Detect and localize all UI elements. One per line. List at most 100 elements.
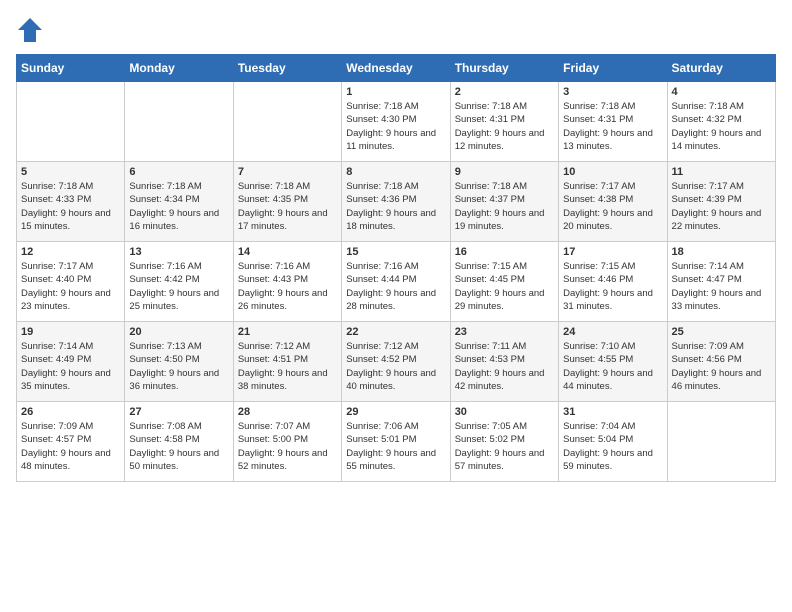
day-info: Sunrise: 7:17 AM Sunset: 4:38 PM Dayligh… — [563, 180, 662, 233]
calendar-cell: 26 Sunrise: 7:09 AM Sunset: 4:57 PM Dayli… — [17, 402, 125, 482]
calendar-week-row: 19 Sunrise: 7:14 AM Sunset: 4:49 PM Dayli… — [17, 322, 776, 402]
day-number: 23 — [455, 326, 554, 338]
day-info: Sunrise: 7:09 AM Sunset: 4:57 PM Dayligh… — [21, 420, 120, 473]
day-info: Sunrise: 7:17 AM Sunset: 4:39 PM Dayligh… — [672, 180, 771, 233]
day-info: Sunrise: 7:07 AM Sunset: 5:00 PM Dayligh… — [238, 420, 337, 473]
day-number: 27 — [129, 406, 228, 418]
calendar-cell: 24Sunrise: 7:10 AM Sunset: 4:55 PM Dayli… — [559, 322, 667, 402]
calendar-cell: 30 Sunrise: 7:05 AM Sunset: 5:02 PM Dayli… — [450, 402, 558, 482]
day-info: Sunrise: 7:04 AM Sunset: 5:04 PM Dayligh… — [563, 420, 662, 473]
calendar-cell: 8Sunrise: 7:18 AM Sunset: 4:36 PM Daylig… — [342, 162, 450, 242]
calendar-week-row: 5 Sunrise: 7:18 AM Sunset: 4:33 PM Daylig… — [17, 162, 776, 242]
calendar-cell: 12 Sunrise: 7:17 AM Sunset: 4:40 PM Dayli… — [17, 242, 125, 322]
day-info: Sunrise: 7:11 AM Sunset: 4:53 PM Dayligh… — [455, 340, 554, 393]
day-info: Sunrise: 7:18 AM Sunset: 4:30 PM Dayligh… — [346, 100, 445, 153]
day-number: 21 — [238, 326, 337, 338]
calendar-week-row: 1 Sunrise: 7:18 AM Sunset: 4:30 PM Daylig… — [17, 82, 776, 162]
day-info: Sunrise: 7:18 AM Sunset: 4:31 PM Dayligh… — [455, 100, 554, 153]
calendar-cell: 6 Sunrise: 7:18 AM Sunset: 4:34 PM Daylig… — [125, 162, 233, 242]
day-number: 19 — [21, 326, 120, 338]
day-info: Sunrise: 7:18 AM Sunset: 4:33 PM Dayligh… — [21, 180, 120, 233]
calendar-cell: 16 Sunrise: 7:15 AM Sunset: 4:45 PM Dayli… — [450, 242, 558, 322]
calendar-cell — [667, 402, 775, 482]
calendar-cell — [17, 82, 125, 162]
day-number: 17 — [563, 246, 662, 258]
day-info: Sunrise: 7:16 AM Sunset: 4:43 PM Dayligh… — [238, 260, 337, 313]
weekday-header: Wednesday — [342, 55, 450, 82]
day-info: Sunrise: 7:18 AM Sunset: 4:37 PM Dayligh… — [455, 180, 554, 233]
day-number: 12 — [21, 246, 120, 258]
day-number: 2 — [455, 86, 554, 98]
calendar-cell: 23 Sunrise: 7:11 AM Sunset: 4:53 PM Dayli… — [450, 322, 558, 402]
calendar-cell: 18Sunrise: 7:14 AM Sunset: 4:47 PM Dayli… — [667, 242, 775, 322]
calendar-cell: 9 Sunrise: 7:18 AM Sunset: 4:37 PM Daylig… — [450, 162, 558, 242]
weekday-header: Monday — [125, 55, 233, 82]
calendar-cell: 3Sunrise: 7:18 AM Sunset: 4:31 PM Daylig… — [559, 82, 667, 162]
day-number: 7 — [238, 166, 337, 178]
weekday-header: Saturday — [667, 55, 775, 82]
calendar-table: SundayMondayTuesdayWednesdayThursdayFrid… — [16, 54, 776, 482]
weekday-header: Tuesday — [233, 55, 341, 82]
logo-icon — [16, 16, 44, 44]
day-number: 14 — [238, 246, 337, 258]
day-number: 30 — [455, 406, 554, 418]
day-number: 22 — [346, 326, 445, 338]
calendar-cell: 19 Sunrise: 7:14 AM Sunset: 4:49 PM Dayli… — [17, 322, 125, 402]
day-info: Sunrise: 7:17 AM Sunset: 4:40 PM Dayligh… — [21, 260, 120, 313]
calendar-cell: 2 Sunrise: 7:18 AM Sunset: 4:31 PM Daylig… — [450, 82, 558, 162]
day-number: 25 — [672, 326, 771, 338]
day-number: 13 — [129, 246, 228, 258]
day-info: Sunrise: 7:13 AM Sunset: 4:50 PM Dayligh… — [129, 340, 228, 393]
day-number: 3 — [563, 86, 662, 98]
calendar-cell: 27 Sunrise: 7:08 AM Sunset: 4:58 PM Dayli… — [125, 402, 233, 482]
day-info: Sunrise: 7:18 AM Sunset: 4:36 PM Dayligh… — [346, 180, 445, 233]
day-info: Sunrise: 7:16 AM Sunset: 4:44 PM Dayligh… — [346, 260, 445, 313]
calendar-cell: 10 Sunrise: 7:17 AM Sunset: 4:38 PM Dayli… — [559, 162, 667, 242]
day-info: Sunrise: 7:14 AM Sunset: 4:47 PM Dayligh… — [672, 260, 771, 313]
day-number: 5 — [21, 166, 120, 178]
calendar-week-row: 26 Sunrise: 7:09 AM Sunset: 4:57 PM Dayli… — [17, 402, 776, 482]
calendar-cell: 29Sunrise: 7:06 AM Sunset: 5:01 PM Dayli… — [342, 402, 450, 482]
calendar-cell: 17 Sunrise: 7:15 AM Sunset: 4:46 PM Dayli… — [559, 242, 667, 322]
weekday-header-row: SundayMondayTuesdayWednesdayThursdayFrid… — [17, 55, 776, 82]
day-number: 11 — [672, 166, 771, 178]
calendar-cell: 22 Sunrise: 7:12 AM Sunset: 4:52 PM Dayli… — [342, 322, 450, 402]
day-info: Sunrise: 7:14 AM Sunset: 4:49 PM Dayligh… — [21, 340, 120, 393]
weekday-header: Friday — [559, 55, 667, 82]
day-number: 6 — [129, 166, 228, 178]
day-info: Sunrise: 7:05 AM Sunset: 5:02 PM Dayligh… — [455, 420, 554, 473]
calendar-cell: 14 Sunrise: 7:16 AM Sunset: 4:43 PM Dayli… — [233, 242, 341, 322]
day-info: Sunrise: 7:08 AM Sunset: 4:58 PM Dayligh… — [129, 420, 228, 473]
day-number: 31 — [563, 406, 662, 418]
calendar-cell: 11 Sunrise: 7:17 AM Sunset: 4:39 PM Dayli… — [667, 162, 775, 242]
logo — [16, 16, 46, 44]
calendar-cell: 5 Sunrise: 7:18 AM Sunset: 4:33 PM Daylig… — [17, 162, 125, 242]
calendar-cell: 31 Sunrise: 7:04 AM Sunset: 5:04 PM Dayli… — [559, 402, 667, 482]
day-info: Sunrise: 7:06 AM Sunset: 5:01 PM Dayligh… — [346, 420, 445, 473]
day-number: 9 — [455, 166, 554, 178]
day-number: 26 — [21, 406, 120, 418]
calendar-cell: 21 Sunrise: 7:12 AM Sunset: 4:51 PM Dayli… — [233, 322, 341, 402]
day-info: Sunrise: 7:16 AM Sunset: 4:42 PM Dayligh… — [129, 260, 228, 313]
day-info: Sunrise: 7:18 AM Sunset: 4:34 PM Dayligh… — [129, 180, 228, 233]
calendar-cell: 25 Sunrise: 7:09 AM Sunset: 4:56 PM Dayli… — [667, 322, 775, 402]
day-info: Sunrise: 7:18 AM Sunset: 4:32 PM Dayligh… — [672, 100, 771, 153]
calendar-cell: 28Sunrise: 7:07 AM Sunset: 5:00 PM Dayli… — [233, 402, 341, 482]
day-number: 15 — [346, 246, 445, 258]
day-info: Sunrise: 7:12 AM Sunset: 4:51 PM Dayligh… — [238, 340, 337, 393]
calendar-cell: 1 Sunrise: 7:18 AM Sunset: 4:30 PM Daylig… — [342, 82, 450, 162]
day-number: 1 — [346, 86, 445, 98]
day-number: 10 — [563, 166, 662, 178]
calendar-cell: 15 Sunrise: 7:16 AM Sunset: 4:44 PM Dayli… — [342, 242, 450, 322]
calendar-cell — [125, 82, 233, 162]
day-number: 24 — [563, 326, 662, 338]
day-number: 20 — [129, 326, 228, 338]
day-info: Sunrise: 7:15 AM Sunset: 4:46 PM Dayligh… — [563, 260, 662, 313]
day-info: Sunrise: 7:12 AM Sunset: 4:52 PM Dayligh… — [346, 340, 445, 393]
calendar-week-row: 12 Sunrise: 7:17 AM Sunset: 4:40 PM Dayli… — [17, 242, 776, 322]
day-number: 16 — [455, 246, 554, 258]
weekday-header: Sunday — [17, 55, 125, 82]
day-info: Sunrise: 7:15 AM Sunset: 4:45 PM Dayligh… — [455, 260, 554, 313]
calendar-cell: 20 Sunrise: 7:13 AM Sunset: 4:50 PM Dayli… — [125, 322, 233, 402]
day-info: Sunrise: 7:09 AM Sunset: 4:56 PM Dayligh… — [672, 340, 771, 393]
